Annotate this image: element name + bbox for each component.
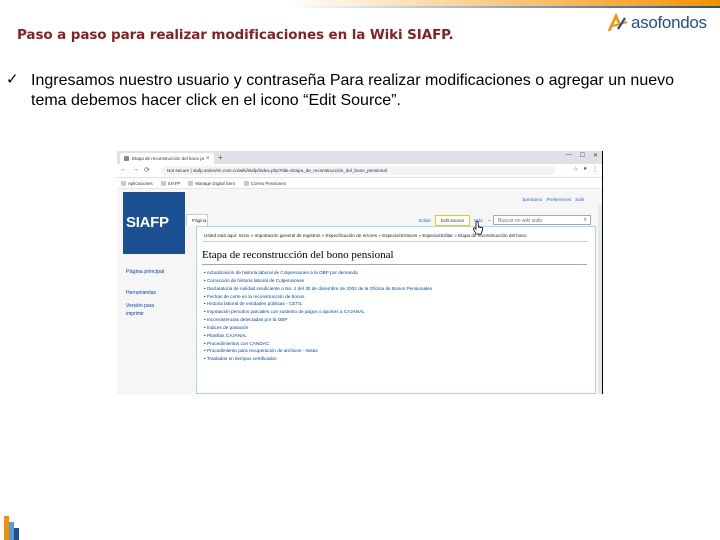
list-item[interactable]: Planillas CAJANAL	[204, 332, 432, 340]
preferences-link[interactable]: Preferences	[546, 197, 571, 202]
browser-tab[interactable]: Etapa de reconstrucción del bono pension…	[120, 153, 214, 164]
nav-buttons: ← → ⟳	[120, 166, 150, 174]
list-item[interactable]: Historia laboral de entidades públicas -…	[204, 300, 432, 308]
bookmark-item[interactable]: Manage Digital Serv.	[188, 180, 236, 186]
logo-text: asofondos	[631, 13, 707, 32]
asofondos-logo: asofondos	[607, 11, 707, 35]
bookmark-item[interactable]: Aplicaciones	[121, 180, 153, 186]
scrollbar[interactable]	[598, 205, 602, 394]
logout-link[interactable]: Salir	[575, 197, 584, 202]
profile-icon[interactable]: ●	[583, 166, 587, 173]
list-item[interactable]: Traslados en tiempos certificados	[204, 355, 432, 363]
list-item[interactable]: Imputación periodos parciales con susten…	[204, 308, 432, 316]
search-icon[interactable]: ⌕	[584, 215, 587, 225]
tab-edit-source[interactable]: Edit source	[435, 214, 470, 226]
slide-title: Paso a paso para realizar modificaciones…	[17, 27, 454, 43]
user-link[interactable]: Jperdomo	[522, 197, 542, 202]
maximize-icon[interactable]: ☐	[580, 152, 585, 159]
chevron-down-icon[interactable]: ⌄	[487, 217, 491, 223]
siafp-logo[interactable]: SIAFP	[123, 192, 185, 254]
close-icon[interactable]: ×	[206, 156, 210, 162]
bookmark-item[interactable]: SIAFP	[160, 180, 180, 186]
bullet-text: Ingresamos nuestro usuario y contraseña …	[31, 72, 675, 109]
star-icon[interactable]: ☆	[573, 166, 578, 173]
wiki-search-input[interactable]: Buscar en wiki siafp ⌕	[493, 215, 591, 225]
minimize-icon[interactable]: —	[566, 152, 572, 159]
logo-mark-icon	[607, 13, 628, 32]
address-bar-row: ← → ⟳ Not secure | siafp.saireohn.com.co…	[117, 164, 602, 178]
window-close-icon[interactable]: ✕	[593, 152, 598, 159]
menu-icon[interactable]: ⋮	[592, 166, 598, 173]
reload-icon[interactable]: ⟳	[144, 166, 150, 174]
list-item[interactable]: Procedimientos con CANDAC	[204, 340, 432, 348]
sidebar-item-tools[interactable]: Herramientas	[126, 289, 166, 297]
list-item[interactable]: Fechas de corte en la reconstrucción de …	[204, 293, 432, 301]
bookmark-icon	[243, 180, 249, 186]
bookmark-item[interactable]: Correo Pensiones	[243, 180, 286, 186]
forward-icon[interactable]: →	[132, 166, 139, 174]
sidebar-item-printable[interactable]: Versión para imprimir	[126, 302, 166, 318]
list-item[interactable]: Procedimiento para recuperación de archi…	[204, 347, 432, 355]
new-tab-icon[interactable]: +	[218, 153, 223, 162]
top-accent-line	[0, 6, 720, 8]
address-bar-actions: ☆ ● ⋮	[573, 166, 598, 173]
siafp-logo-text: SIAFP	[126, 214, 169, 231]
bookmark-icon	[188, 180, 194, 186]
wiki-content: Usted está aquí: Inicio » Importación ge…	[196, 226, 596, 394]
hand-cursor-icon	[473, 221, 483, 235]
tab-edit[interactable]: Editar	[419, 218, 431, 223]
user-links: Jperdomo Preferences Salir	[522, 197, 584, 202]
breadcrumb-divider	[203, 241, 588, 242]
apps-icon	[121, 180, 126, 186]
list-item[interactable]: Actualización de historia laboral de Col…	[204, 269, 432, 277]
list-item[interactable]: Índices de pasación	[204, 324, 432, 332]
sidebar-item-main-page[interactable]: Página principal	[126, 268, 166, 276]
bookmark-icon	[160, 180, 166, 186]
browser-tabstrip: Etapa de reconstrucción del bono pension…	[117, 151, 602, 164]
search-placeholder: Buscar en wiki siafp	[498, 218, 543, 224]
list-item[interactable]: Declaratoria de nulidad insuficiente o N…	[204, 285, 432, 293]
tab-title: Etapa de reconstrucción del bono pension…	[132, 156, 204, 161]
heading-divider	[202, 264, 587, 265]
list-item[interactable]: Inconsistencias detectadas por la OBP	[204, 316, 432, 324]
wiki-page: Jperdomo Preferences Salir SIAFP Página …	[117, 189, 602, 394]
toc-list: Actualización de historia laboral de Col…	[204, 269, 432, 363]
bookmarks-bar: Aplicaciones SIAFP Manage Digital Serv. …	[117, 178, 602, 189]
tab-page[interactable]: Página	[186, 214, 208, 226]
url-field[interactable]: Not secure | siafp.saireohn.com.co/wiki/…	[161, 166, 556, 175]
list-item[interactable]: Corrección de historia laboral de Colpen…	[204, 277, 432, 285]
page-title: Etapa de reconstrucción del bono pension…	[202, 249, 394, 261]
wiki-sidebar: Página principal Herramientas Versión pa…	[126, 268, 166, 318]
back-icon[interactable]: ←	[120, 166, 127, 174]
favicon-icon	[124, 156, 129, 161]
window-controls: — ☐ ✕	[566, 152, 598, 159]
corner-decoration	[0, 515, 24, 540]
checkmark-bullet-icon: ✓	[6, 71, 19, 88]
browser-screenshot: Etapa de reconstrucción del bono pension…	[117, 151, 603, 394]
breadcrumb: Usted está aquí: Inicio » Importación ge…	[204, 233, 527, 238]
